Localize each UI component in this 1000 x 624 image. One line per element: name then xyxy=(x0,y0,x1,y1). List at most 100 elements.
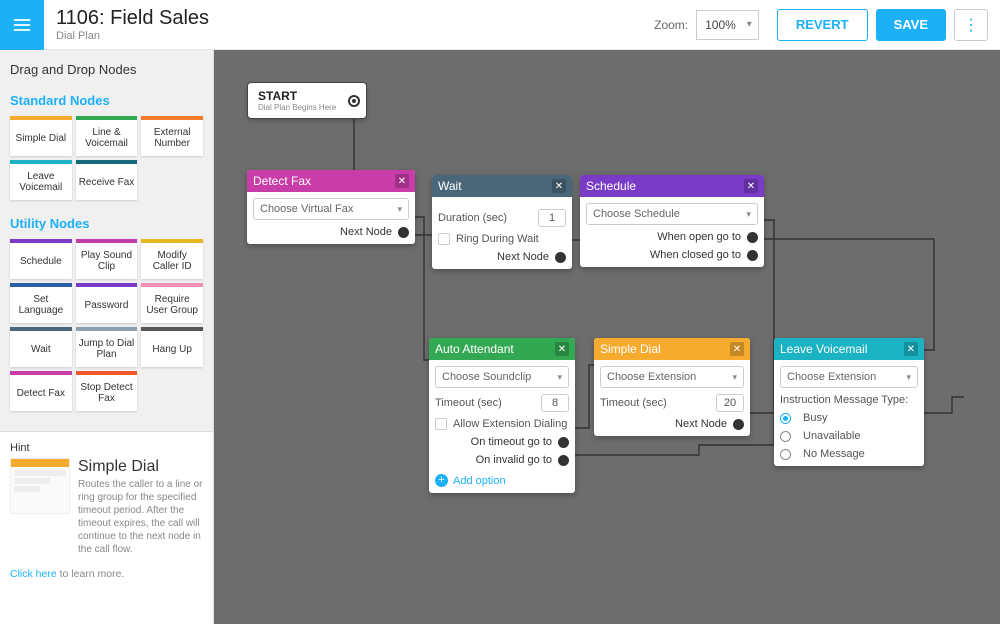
output-port-invalid[interactable] xyxy=(558,455,569,466)
output-port[interactable] xyxy=(555,252,566,263)
output-port[interactable] xyxy=(733,419,744,430)
close-icon[interactable]: ✕ xyxy=(744,179,758,193)
close-icon[interactable]: ✕ xyxy=(552,179,566,193)
allow-ext-checkbox[interactable] xyxy=(435,418,447,430)
sidebar: Drag and Drop Nodes Standard Nodes Simpl… xyxy=(0,50,214,624)
sidebar-heading: Drag and Drop Nodes xyxy=(10,62,203,77)
leave-voicemail-node[interactable]: Leave Voicemail ✕ Choose Extension Instr… xyxy=(774,338,924,466)
add-option-button[interactable]: +Add option xyxy=(435,474,569,487)
title-block: 1106: Field Sales Dial Plan xyxy=(56,7,654,42)
canvas[interactable]: START Dial Plan Begins Here Detect Fax ✕… xyxy=(214,50,1000,624)
duration-label: Duration (sec) xyxy=(438,212,507,224)
extension-select[interactable]: Choose Extension xyxy=(600,366,744,388)
palette-node[interactable]: Detect Fax xyxy=(10,371,72,411)
hint-panel: Hint Simple Dial Routes the caller to a … xyxy=(0,431,213,624)
revert-button[interactable]: REVERT xyxy=(777,9,868,41)
zoom-label: Zoom: xyxy=(654,18,688,32)
utility-nodes-label: Utility Nodes xyxy=(10,216,203,231)
output-port-closed[interactable] xyxy=(747,250,758,261)
palette-node[interactable]: Jump to Dial Plan xyxy=(76,327,138,367)
on-timeout-label: On timeout go to xyxy=(471,436,552,448)
palette-node[interactable]: Stop Detect Fax xyxy=(76,371,138,411)
kebab-icon: ⋮ xyxy=(963,15,979,35)
ring-label: Ring During Wait xyxy=(456,233,539,245)
open-label: When open go to xyxy=(657,231,741,243)
node-title: Detect Fax xyxy=(253,174,311,188)
palette-node[interactable]: Modify Caller ID xyxy=(141,239,203,279)
save-button[interactable]: SAVE xyxy=(876,9,946,41)
hint-title: Simple Dial xyxy=(78,458,203,476)
schedule-node[interactable]: Schedule ✕ Choose Schedule When open go … xyxy=(580,175,764,267)
start-subtitle: Dial Plan Begins Here xyxy=(258,103,336,112)
top-bar: 1106: Field Sales Dial Plan Zoom: 100% R… xyxy=(0,0,1000,50)
timeout-label: Timeout (sec) xyxy=(435,397,502,409)
palette-node[interactable]: Set Language xyxy=(10,283,72,323)
node-title: Simple Dial xyxy=(600,342,661,356)
timeout-label: Timeout (sec) xyxy=(600,397,667,409)
output-port-open[interactable] xyxy=(747,232,758,243)
duration-input[interactable]: 1 xyxy=(538,209,566,227)
hint-body: Routes the caller to a line or ring grou… xyxy=(78,478,203,556)
timeout-input[interactable]: 8 xyxy=(541,394,569,412)
palette-node[interactable]: Password xyxy=(76,283,138,323)
simple-dial-node[interactable]: Simple Dial ✕ Choose Extension Timeout (… xyxy=(594,338,750,436)
more-button[interactable]: ⋮ xyxy=(954,9,988,41)
start-title: START xyxy=(258,89,336,103)
output-port[interactable] xyxy=(348,95,360,107)
next-node-label: Next Node xyxy=(675,418,727,430)
hint-thumbnail xyxy=(10,458,70,514)
schedule-select[interactable]: Choose Schedule xyxy=(586,203,758,225)
node-title: Auto Attendant xyxy=(435,342,514,356)
soundclip-select[interactable]: Choose Soundclip xyxy=(435,366,569,388)
hint-section-label: Hint xyxy=(10,442,203,454)
connection-wires xyxy=(214,50,1000,624)
next-node-label: Next Node xyxy=(340,226,392,238)
node-title: Wait xyxy=(438,179,462,193)
no-message-radio[interactable] xyxy=(780,449,791,460)
unavailable-label: Unavailable xyxy=(803,430,860,442)
palette-node[interactable]: Hang Up xyxy=(141,327,203,367)
node-title: Leave Voicemail xyxy=(780,342,867,356)
wait-node[interactable]: Wait ✕ Duration (sec)1 Ring During Wait … xyxy=(432,175,572,269)
zoom-select[interactable]: 100% xyxy=(696,10,759,40)
next-node-label: Next Node xyxy=(497,251,549,263)
palette-node[interactable]: Schedule xyxy=(10,239,72,279)
extension-select[interactable]: Choose Extension xyxy=(780,366,918,388)
instruction-label: Instruction Message Type: xyxy=(780,394,908,406)
page-title: 1106: Field Sales xyxy=(56,7,654,30)
auto-attendant-node[interactable]: Auto Attendant ✕ Choose Soundclip Timeou… xyxy=(429,338,575,493)
close-icon[interactable]: ✕ xyxy=(395,174,409,188)
palette-node[interactable]: Simple Dial xyxy=(10,116,72,156)
unavailable-radio[interactable] xyxy=(780,431,791,442)
node-title: Schedule xyxy=(586,179,636,193)
detect-fax-node[interactable]: Detect Fax ✕ Choose Virtual Fax Next Nod… xyxy=(247,170,415,244)
palette-node[interactable]: Wait xyxy=(10,327,72,367)
closed-label: When closed go to xyxy=(650,249,741,261)
on-invalid-label: On invalid go to xyxy=(476,454,552,466)
palette-node[interactable]: Line & Voicemail xyxy=(76,116,138,156)
virtual-fax-select[interactable]: Choose Virtual Fax xyxy=(253,198,409,220)
close-icon[interactable]: ✕ xyxy=(555,342,569,356)
palette-node[interactable]: Leave Voicemail xyxy=(10,160,72,200)
output-port-timeout[interactable] xyxy=(558,437,569,448)
hamburger-icon xyxy=(12,15,32,35)
output-port[interactable] xyxy=(398,227,409,238)
palette-node[interactable]: Play Sound Clip xyxy=(76,239,138,279)
menu-button[interactable] xyxy=(0,0,44,50)
busy-radio[interactable] xyxy=(780,413,791,424)
close-icon[interactable]: ✕ xyxy=(730,342,744,356)
palette-node[interactable]: External Number xyxy=(141,116,203,156)
ring-checkbox[interactable] xyxy=(438,233,450,245)
palette-node[interactable]: Receive Fax xyxy=(76,160,138,200)
timeout-input[interactable]: 20 xyxy=(716,394,744,412)
hint-link[interactable]: Click here to learn more. xyxy=(10,568,203,580)
no-message-label: No Message xyxy=(803,448,865,460)
close-icon[interactable]: ✕ xyxy=(904,342,918,356)
busy-label: Busy xyxy=(803,412,827,424)
standard-nodes-label: Standard Nodes xyxy=(10,93,203,108)
start-node[interactable]: START Dial Plan Begins Here xyxy=(247,82,367,119)
palette-node[interactable]: Require User Group xyxy=(141,283,203,323)
plus-icon: + xyxy=(435,474,448,487)
allow-ext-label: Allow Extension Dialing xyxy=(453,418,567,430)
page-subtitle: Dial Plan xyxy=(56,30,654,42)
